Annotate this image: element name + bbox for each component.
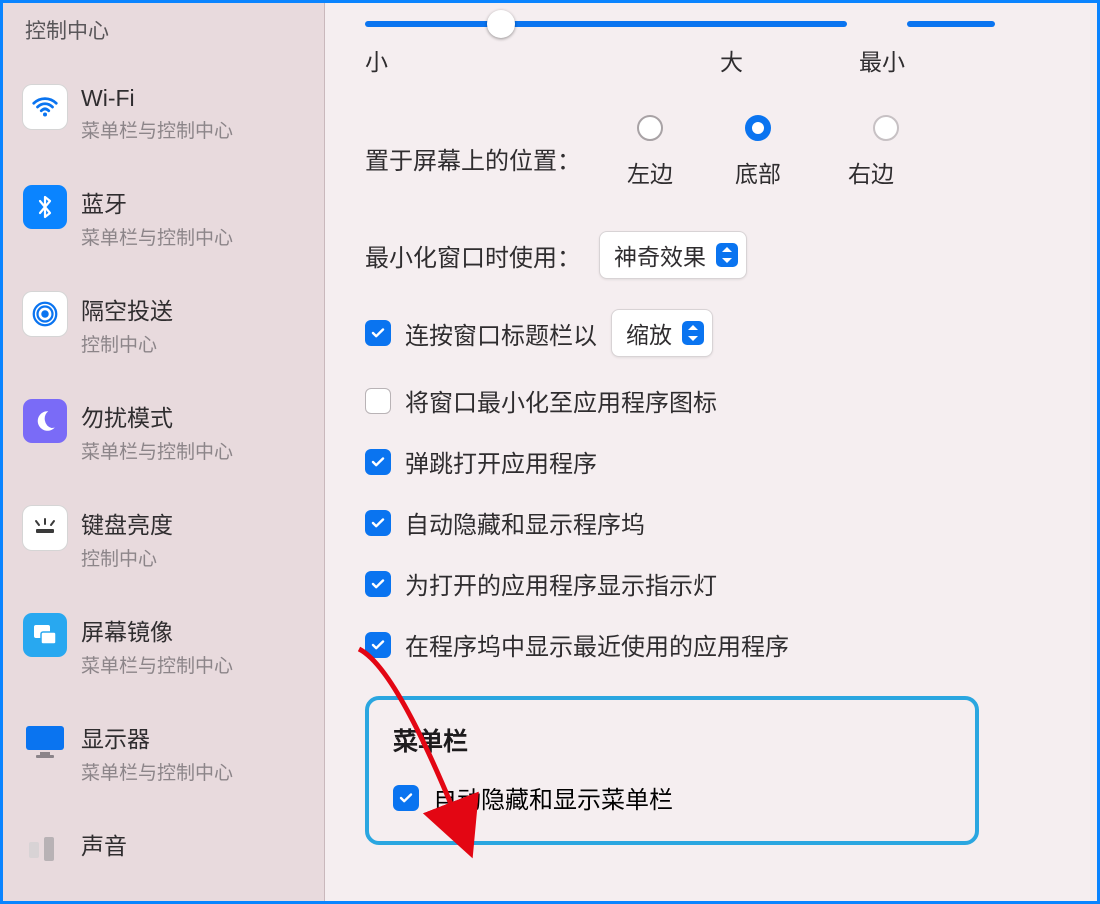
dropdown-arrows-icon xyxy=(716,243,738,267)
checkbox-icon xyxy=(393,785,419,811)
checkbox-icon xyxy=(365,320,391,346)
sidebar-item-label: 屏幕镜像 xyxy=(81,613,233,647)
double-click-action-dropdown[interactable]: 缩放 xyxy=(611,309,713,357)
check-bounce-open-apps[interactable]: 弹跳打开应用程序 xyxy=(365,444,1097,479)
keyboard-brightness-icon xyxy=(23,506,67,550)
check-minimize-to-app-icon[interactable]: 将窗口最小化至应用程序图标 xyxy=(365,383,1097,418)
sidebar: 控制中心 Wi-Fi 菜单栏与控制中心 蓝牙 菜单栏与控制中心 隔空投送 控制中… xyxy=(3,3,325,901)
sidebar-item-sublabel: 控制中心 xyxy=(81,544,173,571)
sidebar-item-sublabel: 控制中心 xyxy=(81,330,173,357)
minimize-effect-dropdown[interactable]: 神奇效果 xyxy=(599,231,747,279)
sidebar-item-label: 蓝牙 xyxy=(81,185,233,219)
sidebar-item-keyboard-brightness[interactable]: 键盘亮度 控制中心 xyxy=(23,484,324,591)
position-radio-group: 左边 底部 右边 xyxy=(627,115,899,189)
radio-bottom[interactable]: 底部 xyxy=(735,115,781,189)
checkbox-icon xyxy=(365,632,391,658)
sidebar-item-wifi[interactable]: Wi-Fi 菜单栏与控制中心 xyxy=(23,63,324,163)
sidebar-item-label: 勿扰模式 xyxy=(81,399,233,433)
radio-right[interactable]: 右边 xyxy=(843,115,899,189)
size-slider[interactable] xyxy=(365,21,847,27)
size-slider-row xyxy=(365,3,1097,27)
sidebar-item-sublabel: 菜单栏与控制中心 xyxy=(81,758,233,785)
sidebar-item-bluetooth[interactable]: 蓝牙 菜单栏与控制中心 xyxy=(23,163,324,270)
menubar-section-title: 菜单栏 xyxy=(393,722,951,758)
check-double-click-title[interactable]: 连按窗口标题栏以 缩放 xyxy=(365,309,1097,357)
slider-thumb[interactable] xyxy=(487,10,515,38)
sidebar-item-label: 显示器 xyxy=(81,720,233,754)
wifi-icon xyxy=(23,85,67,129)
sound-icon xyxy=(23,827,67,871)
sidebar-item-sound[interactable]: 声音 xyxy=(23,805,324,891)
sidebar-item-dnd[interactable]: 勿扰模式 菜单栏与控制中心 xyxy=(23,377,324,484)
checkbox-icon xyxy=(365,449,391,475)
magnification-slider[interactable] xyxy=(907,21,995,27)
check-show-indicators[interactable]: 为打开的应用程序显示指示灯 xyxy=(365,566,1097,601)
sidebar-item-label: 声音 xyxy=(81,827,127,861)
menubar-section-highlight: 菜单栏 自动隐藏和显示菜单栏 xyxy=(365,696,979,845)
check-autohide-menubar[interactable]: 自动隐藏和显示菜单栏 xyxy=(393,780,951,815)
sidebar-item-display[interactable]: 显示器 菜单栏与控制中心 xyxy=(23,698,324,805)
sidebar-item-airdrop[interactable]: 隔空投送 控制中心 xyxy=(23,270,324,377)
sidebar-item-sublabel: 菜单栏与控制中心 xyxy=(81,651,233,678)
screen-mirroring-icon xyxy=(23,613,67,657)
sidebar-item-label: 键盘亮度 xyxy=(81,506,173,540)
sidebar-item-label: 隔空投送 xyxy=(81,292,173,326)
sidebar-item-sublabel: 菜单栏与控制中心 xyxy=(81,437,233,464)
moon-icon xyxy=(23,399,67,443)
slider-label-large: 大 xyxy=(720,43,743,77)
check-show-recent-apps[interactable]: 在程序坞中显示最近使用的应用程序 xyxy=(365,627,1097,662)
sidebar-item-sublabel: 菜单栏与控制中心 xyxy=(81,223,233,250)
sidebar-title: 控制中心 xyxy=(23,15,324,45)
radio-left[interactable]: 左边 xyxy=(627,115,673,189)
airdrop-icon xyxy=(23,292,67,336)
main-panel: 小 大 最小 置于屏幕上的位置： 左边 底部 右边 最小化窗口时使用： 神奇效果 xyxy=(325,3,1097,901)
checkbox-icon xyxy=(365,388,391,414)
display-icon xyxy=(23,720,67,764)
dropdown-arrows-icon xyxy=(682,321,704,345)
bluetooth-icon xyxy=(23,185,67,229)
checkbox-icon xyxy=(365,571,391,597)
slider-label-min: 最小 xyxy=(859,43,905,77)
position-label: 置于屏幕上的位置： xyxy=(365,115,581,176)
sidebar-item-screen-mirroring[interactable]: 屏幕镜像 菜单栏与控制中心 xyxy=(23,591,324,698)
slider-label-small: 小 xyxy=(365,43,388,77)
minimize-label: 最小化窗口时使用： xyxy=(365,238,581,273)
sidebar-item-label: Wi-Fi xyxy=(81,85,233,112)
sidebar-item-sublabel: 菜单栏与控制中心 xyxy=(81,116,233,143)
checkbox-icon xyxy=(365,510,391,536)
check-autohide-dock[interactable]: 自动隐藏和显示程序坞 xyxy=(365,505,1097,540)
